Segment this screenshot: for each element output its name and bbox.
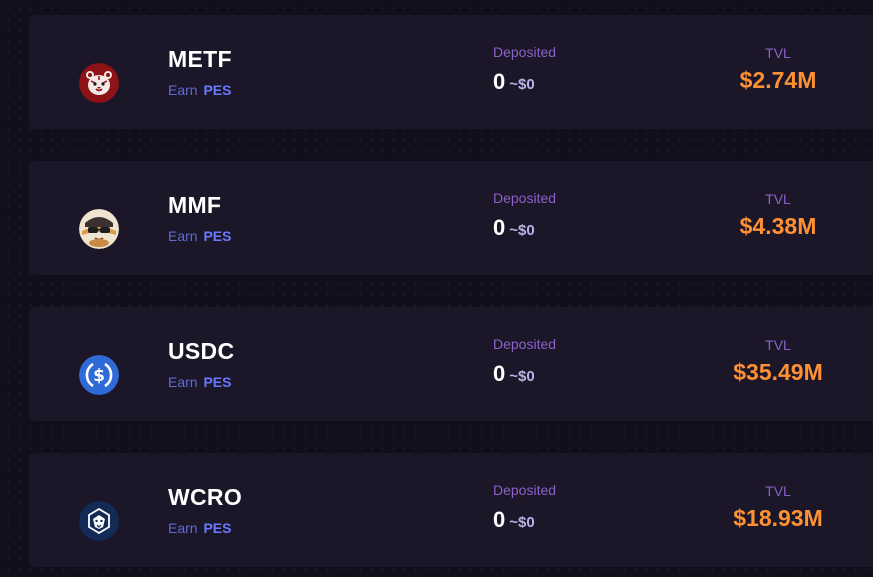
deposited-label: Deposited [493, 482, 557, 498]
deposited-label: Deposited [493, 336, 557, 352]
pool-list: METF Earn PES Deposited 0~$0 TVL $2.74M [0, 0, 873, 577]
earn-text: Earn PES [168, 82, 231, 98]
pool-card-metf[interactable]: METF Earn PES Deposited 0 ~$0 TVL $2.74M [29, 15, 873, 129]
deposited-usd: ~$0 [509, 368, 535, 385]
deposited-usd: ~$0 [509, 222, 535, 239]
deposited-label: Deposited [493, 44, 557, 60]
token-name: USDC [168, 338, 235, 364]
earn-token: PES [203, 374, 232, 390]
deposited-amount: 0 [493, 507, 506, 532]
tvl-label: TVL [765, 337, 791, 353]
earn-token: PES [203, 228, 232, 244]
token-name: WCRO [168, 484, 243, 510]
tvl-value: $4.38M [739, 213, 817, 239]
deposited-usd: ~$0 [509, 514, 535, 531]
tvl-value: $2.74M [739, 67, 817, 93]
earn-text: Earn PES [168, 374, 231, 390]
pool-card-mmf[interactable]: MMF Earn PES Deposited 0 ~$0 TVL $4.38M [29, 161, 873, 275]
earn-text: Earn PES [168, 520, 231, 536]
deposited-label: Deposited [493, 190, 557, 206]
wcro-lion-icon [79, 501, 119, 541]
earn-token: PES [203, 82, 232, 98]
deposited-amount: 0 [493, 361, 506, 386]
token-name: MMF [168, 192, 222, 218]
metf-tiger-icon [79, 63, 119, 103]
tvl-value: $35.49M [733, 359, 823, 385]
earn-label: Earn [168, 82, 198, 98]
earn-text: Earn PES [168, 228, 231, 244]
tvl-label: TVL [765, 483, 791, 499]
token-name: METF [168, 46, 232, 72]
earn-label: Earn [168, 520, 198, 536]
svg-text:$: $ [93, 366, 105, 386]
tvl-value: $18.93M [733, 505, 823, 531]
deposited-value: 0 ~$0 [493, 361, 535, 387]
tvl-label: TVL [765, 45, 791, 61]
mmf-cat-icon [79, 209, 119, 249]
earn-label: Earn [168, 228, 198, 244]
earn-label: Earn [168, 374, 198, 390]
pool-card-wcro[interactable]: WCRO Earn PES Deposited 0 ~$0 TVL $18.93M [29, 453, 873, 567]
tvl-label: TVL [765, 191, 791, 207]
deposited-amount: 0 [493, 215, 506, 240]
deposited-value: 0 ~$0 [493, 69, 535, 95]
deposited-value: 0 ~$0 [493, 507, 535, 533]
deposited-amount: 0 [493, 69, 506, 94]
pool-card-usdc[interactable]: $ USDC Earn PES Deposited 0 ~$0 TVL $35.4… [29, 307, 873, 421]
earn-token: PES [203, 520, 232, 536]
deposited-usd: ~$0 [509, 76, 535, 93]
deposited-value: 0 ~$0 [493, 215, 535, 241]
usdc-icon: $ [79, 355, 119, 395]
